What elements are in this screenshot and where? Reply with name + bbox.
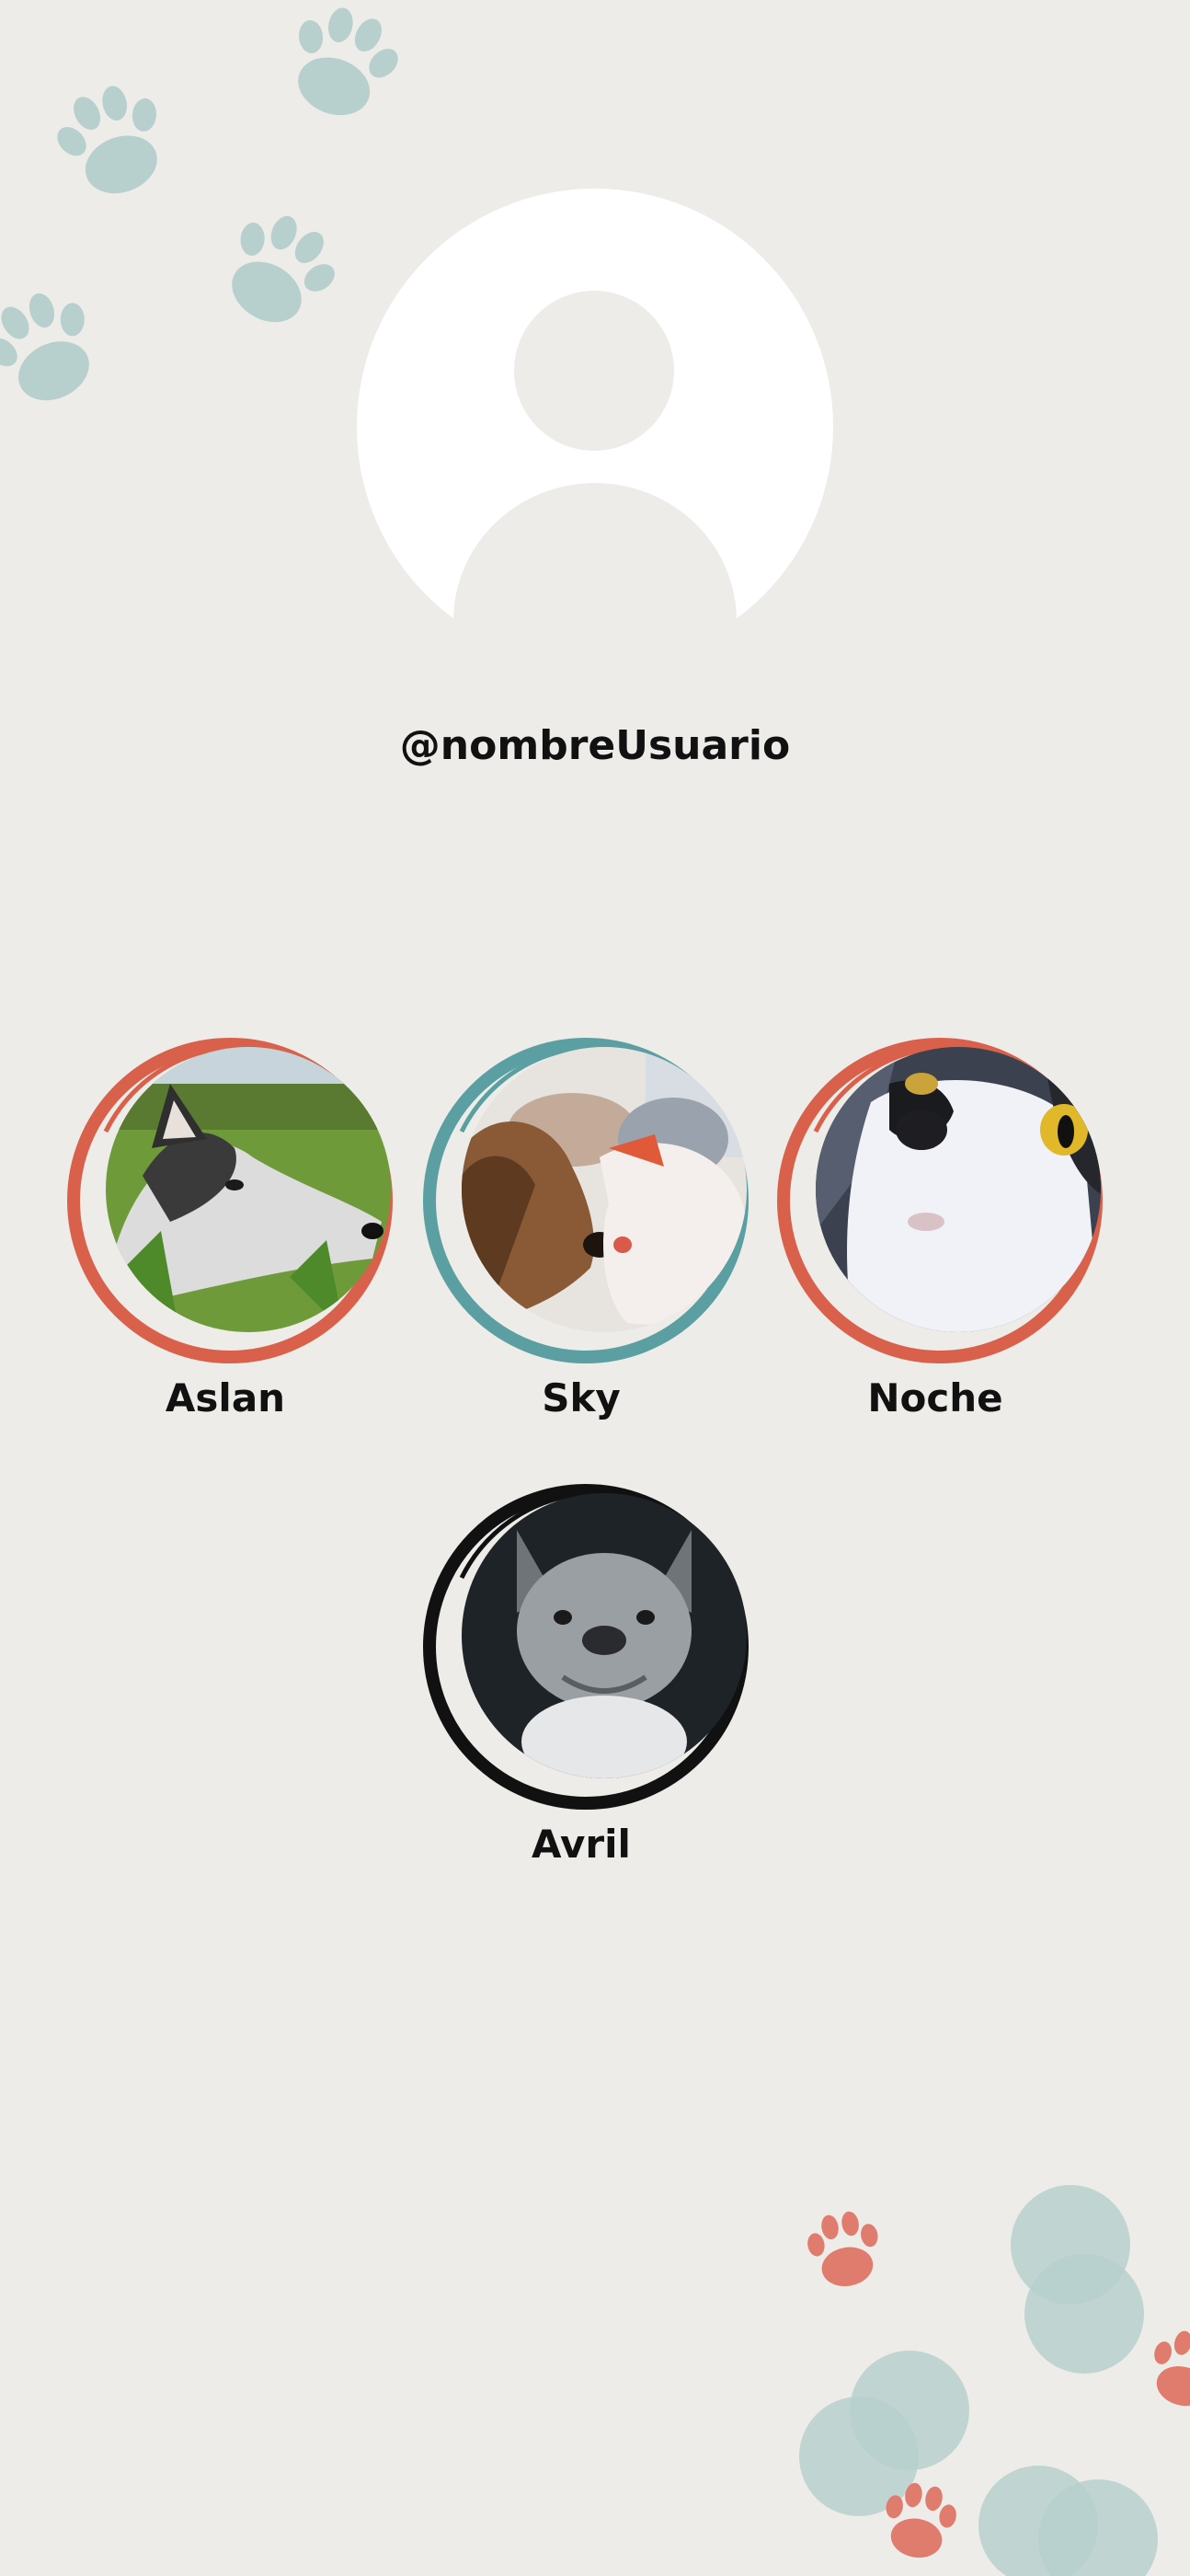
pet-card-sky[interactable]: Sky bbox=[406, 1021, 756, 1444]
pet-photo-cat bbox=[816, 1047, 1101, 1332]
pet-card-avril[interactable]: Avril bbox=[406, 1467, 756, 1891]
username-label: @nombreUsuario bbox=[399, 722, 791, 769]
pet-photo-husky bbox=[106, 1047, 391, 1332]
paw-print-decoration-bottom-right bbox=[799, 2185, 1190, 2576]
default-user-avatar-icon bbox=[514, 291, 674, 451]
pet-name: Sky bbox=[542, 1375, 621, 1420]
pet-name: Avril bbox=[532, 1822, 631, 1867]
pet-name: Aslan bbox=[165, 1375, 286, 1420]
pet-photo-bulldog bbox=[462, 1493, 747, 1778]
pet-card-noche[interactable]: Noche bbox=[761, 1021, 1110, 1444]
pet-photo-dogs bbox=[462, 1047, 747, 1332]
profile-avatar[interactable] bbox=[357, 189, 833, 665]
pet-name: Noche bbox=[867, 1375, 1003, 1420]
pet-card-aslan[interactable]: Aslan bbox=[51, 1021, 400, 1444]
